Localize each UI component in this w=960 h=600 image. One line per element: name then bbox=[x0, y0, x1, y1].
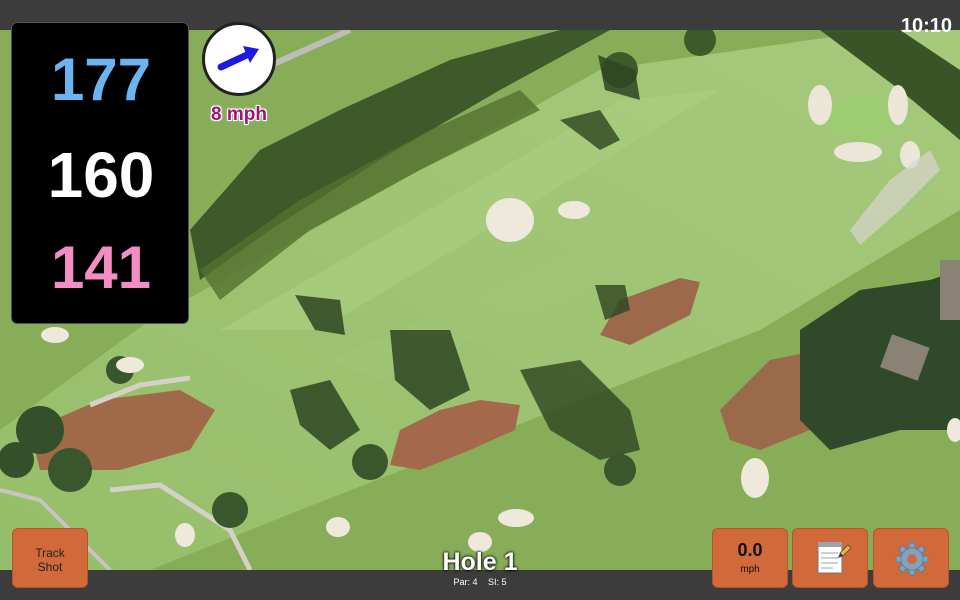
clock: 10:10 bbox=[900, 15, 952, 37]
back-distance: 177 bbox=[50, 46, 152, 113]
hole-title: Hole 1 bbox=[442, 548, 518, 576]
hole-stroke-index: SI: 5 bbox=[488, 577, 507, 587]
notepad-icon bbox=[817, 542, 852, 574]
middle-distance: 160 bbox=[47, 139, 155, 211]
track-shot-label-line1: Track bbox=[35, 546, 65, 560]
hole-par: Par: 4 bbox=[453, 577, 478, 587]
gear-icon bbox=[895, 542, 929, 576]
distance-panel: 177 160 141 bbox=[11, 22, 189, 324]
settings-button[interactable] bbox=[873, 528, 949, 588]
track-shot-label-line2: Shot bbox=[37, 560, 63, 574]
speed-value: 0.0 bbox=[737, 540, 763, 560]
wind-indicator bbox=[202, 22, 276, 96]
speed-unit: mph bbox=[740, 564, 760, 575]
hole-details: Par: 4 SI: 5 bbox=[380, 577, 580, 587]
front-distance: 141 bbox=[50, 234, 152, 301]
track-shot-button[interactable]: Track Shot bbox=[12, 528, 88, 588]
notes-button[interactable] bbox=[792, 528, 868, 588]
speed-button[interactable]: 0.0 mph bbox=[712, 528, 788, 588]
wind-speed: 8 mph bbox=[211, 104, 267, 125]
arrow-east-icon bbox=[217, 46, 259, 71]
